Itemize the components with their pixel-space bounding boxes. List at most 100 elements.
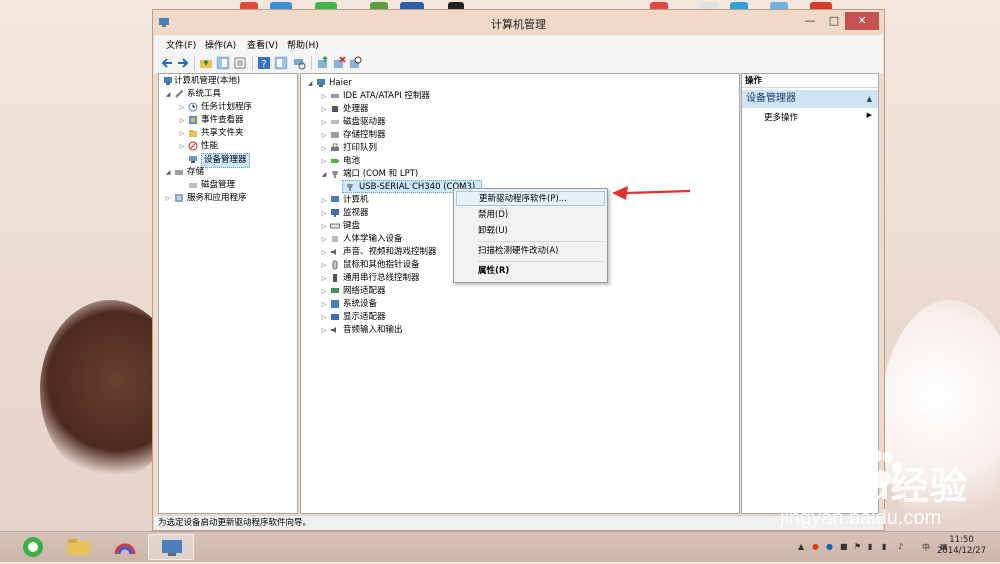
computer-icon — [317, 79, 325, 87]
menu-item-update-driver[interactable]: 更新驱动程序软件(P)... — [456, 191, 605, 206]
expand-arrow-icon[interactable]: ▷ — [320, 272, 328, 285]
expand-arrow-icon[interactable]: ▷ — [320, 129, 328, 142]
uninstall-icon[interactable] — [332, 56, 346, 70]
expand-arrow-icon[interactable]: ▷ — [320, 142, 328, 155]
taskbar: ▲ ● ● ■ ⚑ ▮ ▮ ♪ 中 ▦ 11:50 2014/12/27 — [0, 531, 1000, 562]
minimize-button[interactable]: — — [797, 12, 823, 30]
toolbar-separator — [252, 56, 253, 70]
computer-icon — [331, 196, 339, 202]
collapse-arrow-icon[interactable]: ◢ — [320, 168, 328, 181]
menu-view[interactable]: 查看(V) — [247, 38, 278, 51]
maximize-button[interactable]: □ — [821, 12, 847, 30]
scan-hardware-icon[interactable] — [292, 56, 306, 70]
title-bar[interactable]: 计算机管理 — □ ✕ — [153, 10, 884, 34]
system-clock[interactable]: 11:50 2014/12/27 — [937, 535, 986, 557]
more-actions-arrow-icon[interactable]: ▶ — [867, 111, 872, 119]
window-title: 计算机管理 — [491, 18, 546, 31]
monitor-icon — [331, 209, 339, 217]
tray-volume-icon[interactable]: ♪ — [898, 542, 903, 551]
up-folder-icon[interactable] — [199, 56, 213, 70]
ime-indicator[interactable]: 中 — [922, 542, 930, 553]
taskbar-app-360-browser[interactable] — [10, 534, 56, 560]
tray-security-icon[interactable]: ■ — [840, 542, 848, 551]
collapse-arrow-icon[interactable]: ◢ — [164, 166, 172, 179]
expand-arrow-icon[interactable]: ▷ — [320, 103, 328, 116]
collapse-arrow-icon[interactable]: ◢ — [164, 88, 172, 101]
toolbar-separator — [311, 56, 312, 70]
status-bar: 为选定设备启动更新驱动程序软件向导。 — [154, 515, 883, 530]
clock-date: 2014/12/27 — [937, 546, 986, 556]
actions-section-label: 设备管理器 — [746, 93, 796, 104]
expand-arrow-icon[interactable]: ▷ — [320, 246, 328, 259]
tray-network-icon[interactable]: ▮ — [882, 542, 886, 551]
audio-io-icon — [331, 327, 336, 333]
keyboard-icon — [330, 223, 340, 229]
expand-arrow-icon[interactable]: ▷ — [320, 259, 328, 272]
expand-arrow-icon[interactable]: ▷ — [320, 90, 328, 103]
menu-item-disable[interactable]: 禁用(D) — [456, 208, 605, 223]
expand-arrow-icon[interactable]: ▷ — [320, 285, 328, 298]
expand-arrow-icon[interactable]: ▷ — [320, 155, 328, 168]
expand-arrow-icon[interactable]: ▷ — [164, 192, 172, 205]
taskbar-app-file-explorer[interactable] — [56, 534, 102, 560]
expand-arrow-icon[interactable]: ▷ — [320, 233, 328, 246]
watermark-url: jingyan.baidu.com — [780, 507, 942, 529]
collapse-up-icon[interactable]: ▲ — [867, 90, 872, 108]
actions-section-device-manager[interactable]: 设备管理器 ▲ — [742, 90, 878, 108]
expand-arrow-icon[interactable]: ▷ — [320, 324, 328, 337]
expand-arrow-icon[interactable]: ▷ — [178, 140, 186, 153]
port-icon — [332, 171, 338, 178]
expand-arrow-icon[interactable]: ▷ — [320, 220, 328, 233]
device-manager-icon — [189, 156, 197, 163]
browser-icon — [23, 537, 43, 557]
expand-arrow-icon[interactable]: ▷ — [320, 207, 328, 220]
performance-icon — [188, 141, 198, 151]
menu-item-scan-hardware[interactable]: 扫描检测硬件改动(A) — [456, 244, 605, 259]
tray-app-icon[interactable]: ● — [826, 542, 833, 551]
toolbar: ? — [154, 52, 883, 75]
event-viewer-icon — [189, 116, 197, 124]
tray-battery-icon[interactable]: ▮ — [868, 542, 872, 551]
forward-icon[interactable] — [176, 56, 190, 70]
expand-arrow-icon[interactable]: ▷ — [178, 114, 186, 127]
actions-header: 操作 — [742, 74, 878, 88]
svg-text:?: ? — [261, 59, 266, 70]
hid-icon — [332, 236, 338, 242]
device-tree-pane: ◢ Haier ▷ IDE ATA/ATAPI 控制器 ▷ 处理器 ▷ 磁盘驱动器 ▷… — [300, 73, 740, 514]
processor-icon — [332, 106, 338, 112]
taskbar-app-media[interactable] — [102, 534, 148, 560]
expand-arrow-icon[interactable]: ▷ — [320, 194, 328, 207]
network-adapter-icon — [331, 288, 339, 293]
expand-arrow-icon[interactable]: ▷ — [178, 127, 186, 140]
back-icon[interactable] — [160, 56, 174, 70]
menu-help[interactable]: 帮助(H) — [287, 38, 319, 51]
tray-flag-icon[interactable]: ⚑ — [854, 542, 861, 551]
taskbar-app-computer-management[interactable] — [148, 534, 194, 560]
properties-sheet-icon[interactable] — [233, 56, 247, 70]
menu-action[interactable]: 操作(A) — [205, 38, 236, 51]
computer-management-icon — [164, 77, 172, 85]
disable-device-icon[interactable] — [348, 56, 362, 70]
show-hide-tree-icon[interactable] — [216, 56, 230, 70]
menu-item-uninstall[interactable]: 卸载(U) — [456, 224, 605, 239]
help-icon[interactable]: ? — [257, 56, 271, 70]
menu-file[interactable]: 文件(F) — [166, 38, 196, 51]
update-driver-icon[interactable] — [316, 56, 330, 70]
expand-arrow-icon[interactable]: ▷ — [178, 101, 186, 114]
tray-expand-icon[interactable]: ▲ — [798, 542, 804, 551]
expand-arrow-icon[interactable]: ▷ — [320, 311, 328, 324]
tray-qq-icon[interactable]: ● — [812, 542, 819, 551]
expand-arrow-icon[interactable]: ▷ — [320, 298, 328, 311]
menu-item-properties[interactable]: 属性(R) — [456, 264, 605, 279]
usb-serial-icon — [347, 184, 353, 191]
collapse-arrow-icon[interactable]: ◢ — [306, 77, 314, 90]
toolbar-separator — [194, 56, 195, 70]
view-pane-icon[interactable] — [274, 56, 288, 70]
more-actions-link[interactable]: 更多操作 — [764, 111, 798, 123]
expand-arrow-icon[interactable]: ▷ — [320, 116, 328, 129]
services-icon — [175, 194, 183, 202]
close-button[interactable]: ✕ — [845, 12, 879, 30]
ide-controller-icon — [331, 94, 339, 98]
display-adapter-icon — [331, 314, 339, 320]
battery-icon — [331, 159, 339, 163]
